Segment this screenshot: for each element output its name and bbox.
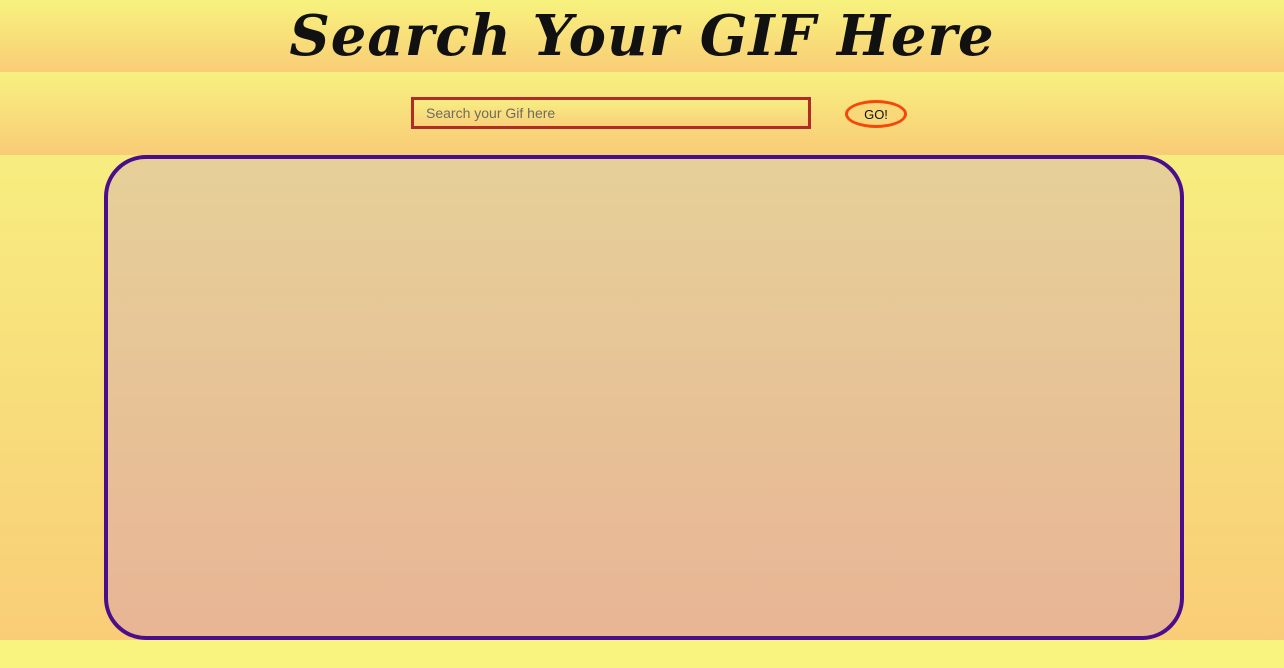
page-title: Search Your GIF Here — [289, 3, 995, 69]
page-header: Search Your GIF Here — [0, 0, 1284, 72]
search-input[interactable] — [411, 97, 811, 129]
search-bar: GO! — [0, 72, 1284, 155]
go-button[interactable]: GO! — [845, 100, 907, 128]
footer-strip — [0, 640, 1284, 668]
gif-results-panel — [104, 155, 1184, 640]
